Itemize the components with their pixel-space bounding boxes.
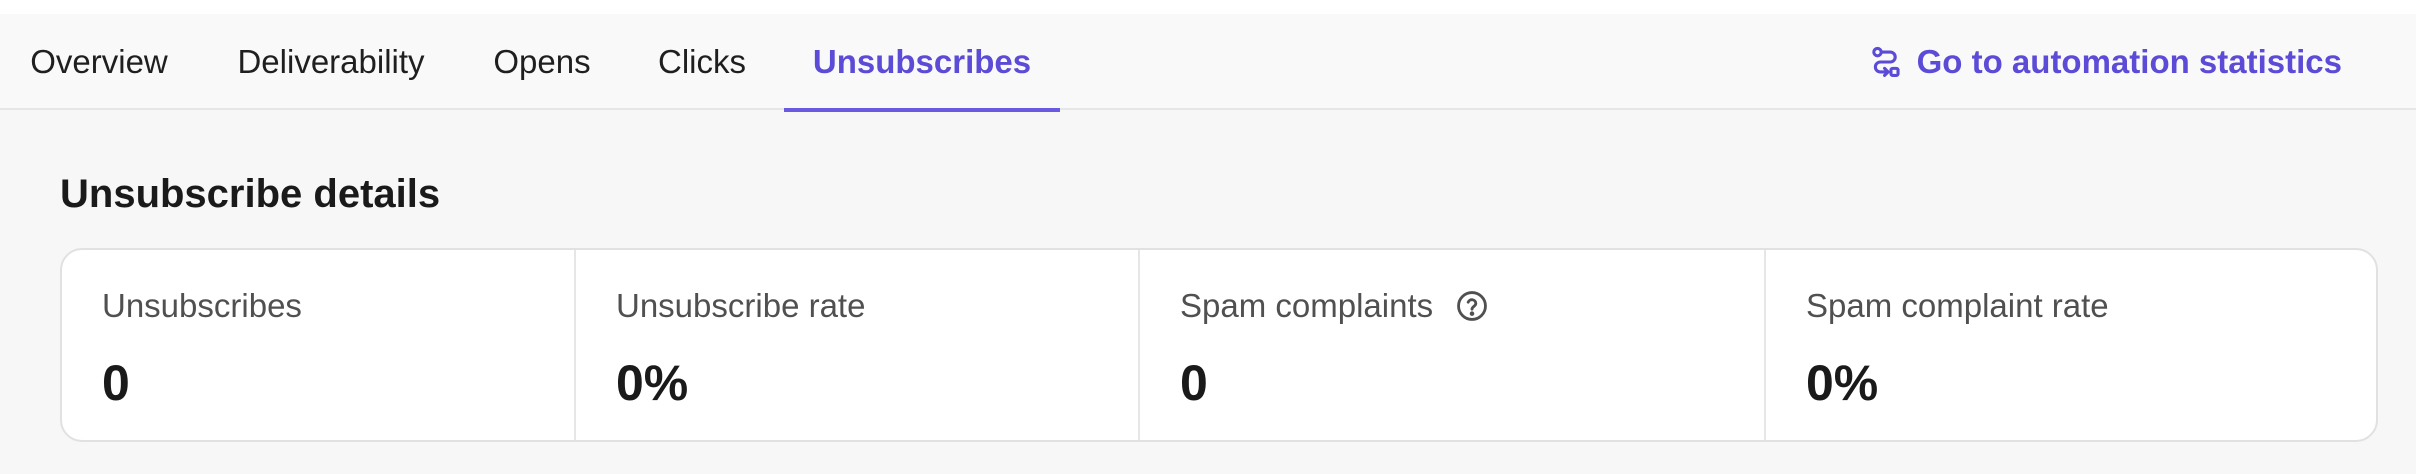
tab-clicks-label: Clicks <box>658 43 746 80</box>
stat-spam-complaint-rate-value: 0% <box>1806 355 1879 411</box>
stat-unsubscribes: Unsubscribes 0 <box>62 250 574 440</box>
stat-label: Unsubscribes <box>102 286 574 326</box>
question-circle-icon[interactable] <box>1455 289 1489 323</box>
page: Overview Deliverability Opens Clicks Uns… <box>0 0 2416 474</box>
top-strip <box>0 0 2416 14</box>
stat-spam-complaints-label: Spam complaints <box>1180 287 1434 324</box>
stat-unsubscribes-value: 0 <box>102 355 130 411</box>
tab-clicks[interactable]: Clicks <box>620 14 784 110</box>
stat-label: Unsubscribe rate <box>616 286 1138 326</box>
tab-unsubscribes[interactable]: Unsubscribes <box>784 14 1060 112</box>
stat-unsubscribes-label: Unsubscribes <box>102 287 302 324</box>
tab-opens[interactable]: Opens <box>464 14 620 110</box>
automation-link-label: Go to automation statistics <box>1916 43 2342 80</box>
stat-spam-complaint-rate-label: Spam complaint rate <box>1806 287 2109 324</box>
automation-flow-icon <box>1869 45 1903 79</box>
stat-spam-complaint-rate: Spam complaint rate 0% <box>1764 250 2376 440</box>
stat-unsubscribe-rate: Unsubscribe rate 0% <box>574 250 1138 440</box>
stat-unsubscribe-rate-value: 0% <box>616 355 689 411</box>
tab-opens-label: Opens <box>493 43 591 80</box>
tab-overview[interactable]: Overview <box>0 14 198 110</box>
tab-deliverability-label: Deliverability <box>237 43 425 80</box>
unsubscribe-stats-card: Unsubscribes 0 Unsubscribe rate 0% Spam … <box>60 248 2378 442</box>
stat-label: Spam complaint rate <box>1806 286 2376 326</box>
tab-unsubscribes-label: Unsubscribes <box>812 43 1032 80</box>
stats-tab-bar: Overview Deliverability Opens Clicks Uns… <box>0 14 2416 112</box>
stat-label: Spam complaints <box>1180 286 1764 326</box>
stat-spam-complaints-value: 0 <box>1180 355 1208 411</box>
active-tab-indicator <box>784 108 1060 112</box>
section-title: Unsubscribe details <box>60 172 441 216</box>
tab-deliverability[interactable]: Deliverability <box>198 14 464 110</box>
stat-unsubscribe-rate-label: Unsubscribe rate <box>616 287 866 324</box>
go-to-automation-statistics-link[interactable]: Go to automation statistics <box>1869 14 2342 110</box>
tab-overview-label: Overview <box>30 43 168 80</box>
stat-spam-complaints: Spam complaints 0 <box>1138 250 1764 440</box>
